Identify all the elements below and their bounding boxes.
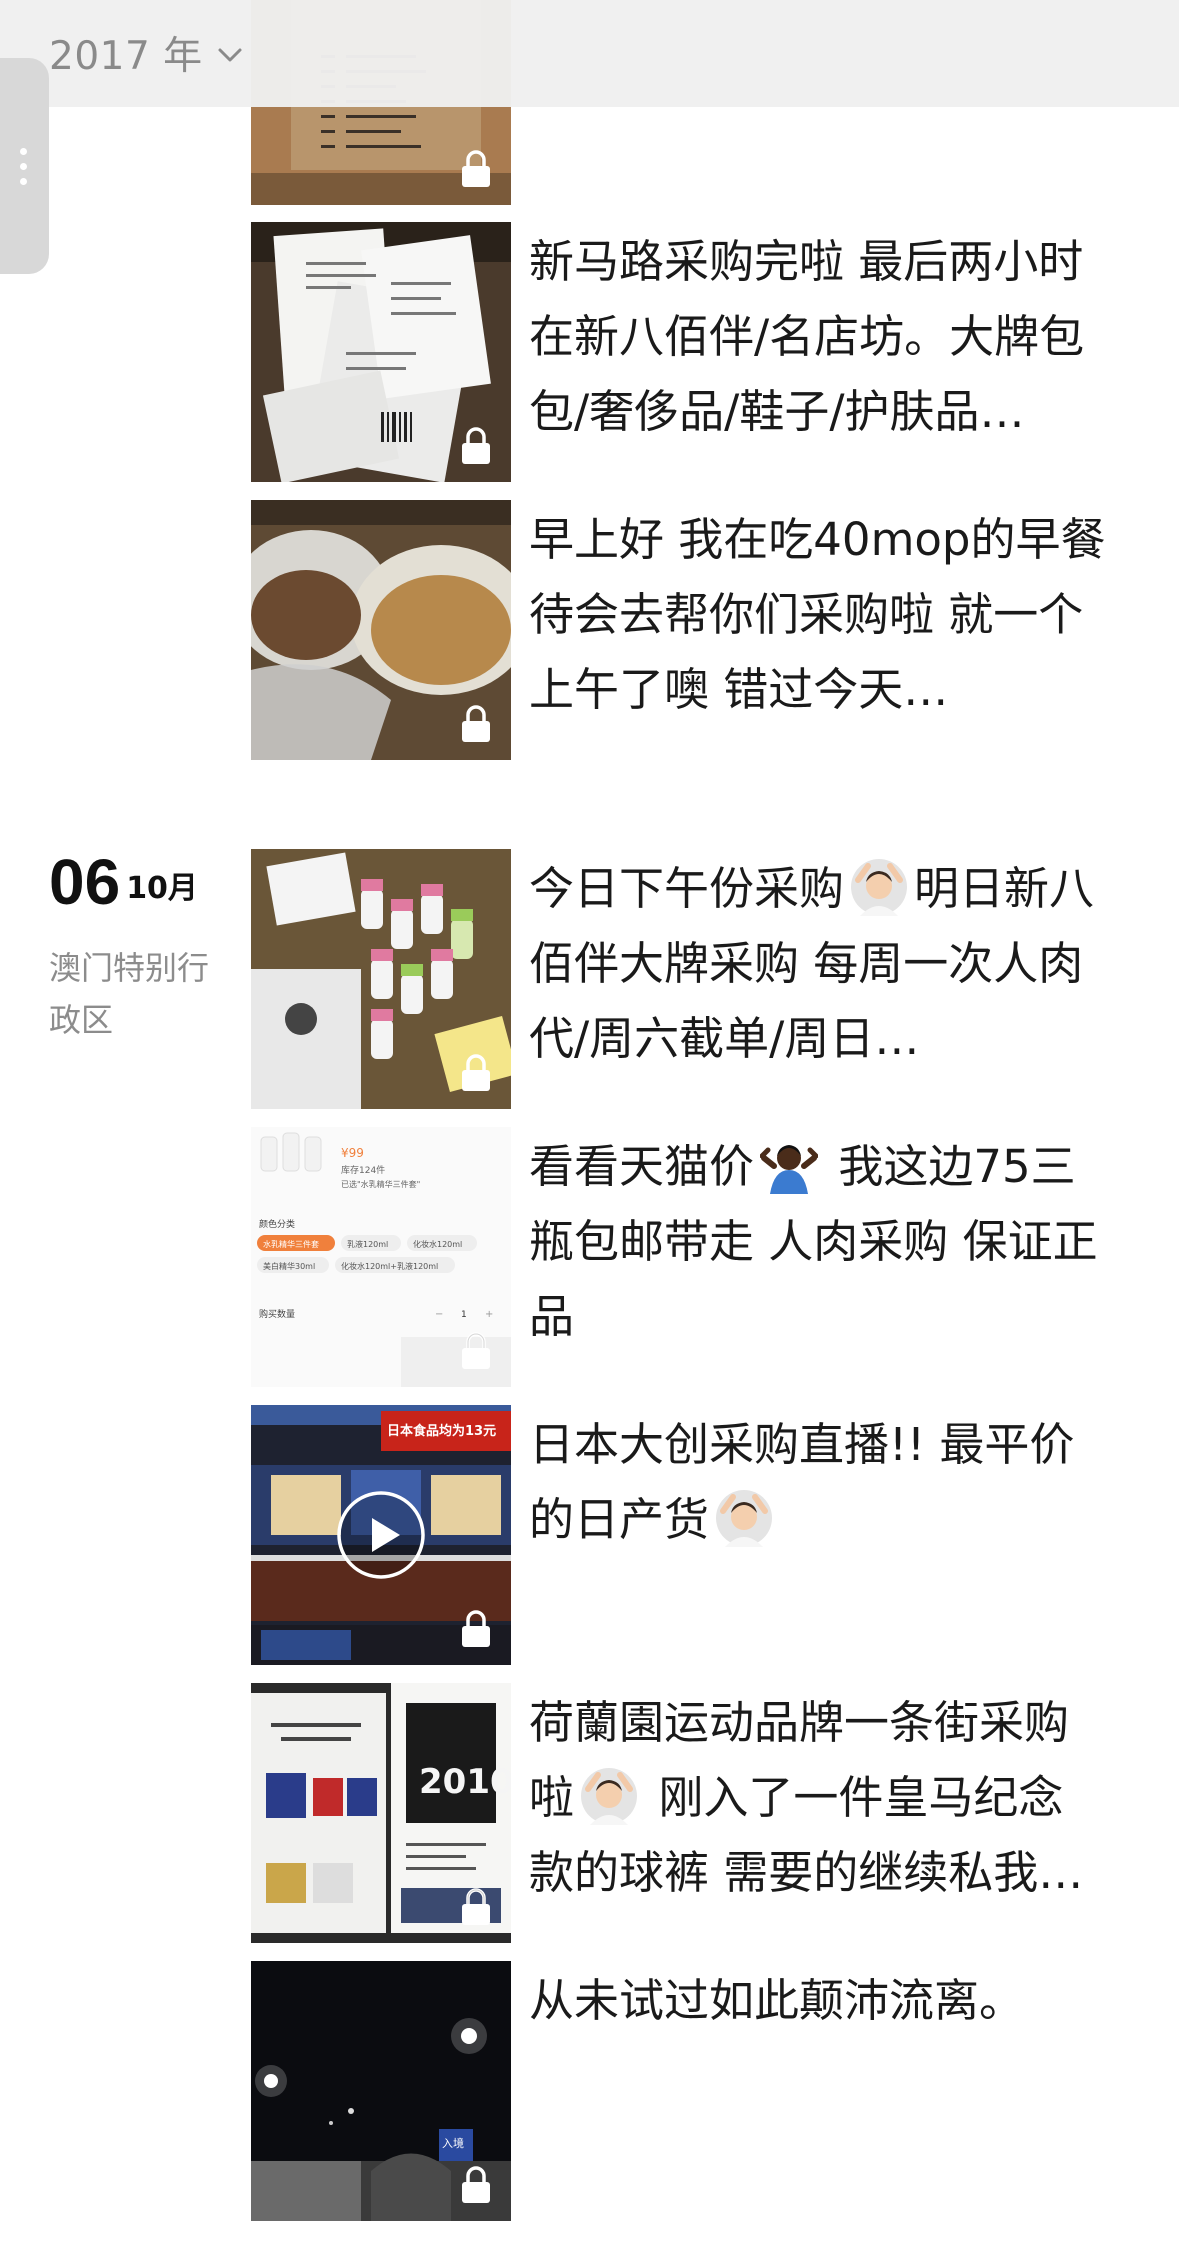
side-drawer-handle[interactable] (0, 58, 49, 274)
more-dots-icon (18, 148, 28, 185)
tmall-qty: 1 (461, 1310, 467, 1320)
caption-text: 日本大创采购直播!! 最平价的日产货 (529, 1418, 1075, 1546)
post-thumbnail[interactable] (251, 849, 511, 1109)
date-group-label: 06 10月 澳门特别行政区 (49, 850, 249, 1046)
post-thumbnail[interactable] (251, 222, 511, 482)
svg-text:−: − (435, 1309, 443, 1320)
caption-text: 今日下午份采购 (529, 862, 845, 915)
post-caption: 早上好 我在吃40mop的早餐 待会去帮你们采购啦 就一个上午了噢 错过今天… (529, 513, 1106, 716)
year-header[interactable]: 2017 年 (0, 0, 1179, 107)
year-label: 2017 年 (49, 34, 203, 79)
timeline-post[interactable]: 2010 荷蘭園运动品牌一条街采购啦 刚入了一件皇马纪念款的球裤 需要的继续私我… (251, 1683, 1111, 1943)
post-caption: 新马路采购完啦 最后两小时 在新八佰伴/名店坊。大牌包包/奢侈品/鞋子/护肤品… (529, 235, 1085, 438)
post-caption: 今日下午份采购 明日新八佰伴大牌采购 每周一次人肉代/周六截单/周日… (529, 851, 1107, 1076)
timeline-post[interactable]: 早上好 我在吃40mop的早餐 待会去帮你们采购啦 就一个上午了噢 错过今天… (251, 500, 1111, 760)
date-day: 06 (49, 846, 121, 918)
tmall-option: 化妆水120ml+乳液120ml (341, 1261, 438, 1271)
tmall-option: 水乳精华三件套 (263, 1239, 319, 1249)
tmall-selected: 已选"水乳精华三件套" (341, 1179, 420, 1189)
tmall-option: 化妆水120ml (413, 1239, 462, 1249)
play-video-icon[interactable] (336, 1490, 426, 1580)
year-selector[interactable]: 2017 年 (49, 26, 243, 80)
post-caption: 荷蘭園运动品牌一条街采购啦 刚入了一件皇马纪念款的球裤 需要的继续私我… (529, 1685, 1107, 1910)
tmall-option: 美白精华30ml (263, 1261, 315, 1271)
lock-icon (462, 705, 490, 742)
timeline-page: { "header": { "year_label": "2017 年", "e… (0, 0, 1179, 2260)
lock-icon (462, 150, 490, 187)
timeline-post[interactable]: 新马路采购完啦 最后两小时 在新八佰伴/名店坊。大牌包包/奢侈品/鞋子/护肤品… (251, 222, 1111, 482)
tmall-price: ¥99 (341, 1146, 364, 1160)
person-gesturing-ok-emoji (716, 1490, 773, 1547)
post-caption: 从未试过如此颠沛流离。 (529, 1974, 1025, 2027)
timeline-post[interactable]: 入境 从未试过如此颠沛流离。 (251, 1961, 1111, 2221)
caption-text: 看看天猫价 (529, 1140, 755, 1193)
border-sign: 入境 (442, 2136, 464, 2150)
timeline-post[interactable]: 今日下午份采购 明日新八佰伴大牌采购 每周一次人肉代/周六截单/周日… (251, 849, 1111, 1109)
timeline-post[interactable]: 日本食品均为13元 日本大创采购直播!! 最平价的日产货 (251, 1405, 1111, 1665)
lock-icon (462, 1888, 490, 1925)
lock-icon (462, 1332, 490, 1369)
person-gesturing-ok-emoji (581, 1768, 638, 1825)
tmall-stock: 库存124件 (341, 1164, 385, 1176)
tmall-qty-label: 购买数量 (259, 1308, 295, 1320)
svg-text:+: + (485, 1309, 493, 1320)
lock-icon (462, 1610, 490, 1647)
chevron-down-icon (218, 48, 242, 62)
timeline-post[interactable]: ¥99 库存124件 已选"水乳精华三件套" 颜色分类 水乳精华三件套 乳液12… (251, 1127, 1111, 1387)
post-thumbnail[interactable] (251, 500, 511, 760)
sports-year: 2010 (419, 1762, 511, 1802)
date-location: 澳门特别行政区 (49, 949, 210, 1039)
lock-icon (462, 2166, 490, 2203)
post-thumbnail[interactable]: 日本食品均为13元 (251, 1405, 511, 1665)
lock-icon (462, 427, 490, 464)
date-month: 10月 (126, 871, 198, 906)
post-caption: 日本大创采购直播!! 最平价的日产货 (529, 1407, 1107, 1557)
post-thumbnail[interactable]: ¥99 库存124件 已选"水乳精华三件套" 颜色分类 水乳精华三件套 乳液12… (251, 1127, 511, 1387)
lock-icon (462, 1054, 490, 1091)
store-banner: 日本食品均为13元 (387, 1423, 496, 1439)
person-shrugging-emoji (760, 1145, 819, 1194)
post-caption: 看看天猫价 我这边75三瓶包邮带走 人肉采购 保证正品 (529, 1129, 1107, 1354)
person-gesturing-ok-emoji (851, 859, 908, 916)
post-thumbnail[interactable]: 入境 (251, 1961, 511, 2221)
tmall-color-label: 颜色分类 (259, 1218, 295, 1230)
post-thumbnail[interactable]: 2010 (251, 1683, 511, 1943)
tmall-option: 乳液120ml (347, 1239, 388, 1249)
